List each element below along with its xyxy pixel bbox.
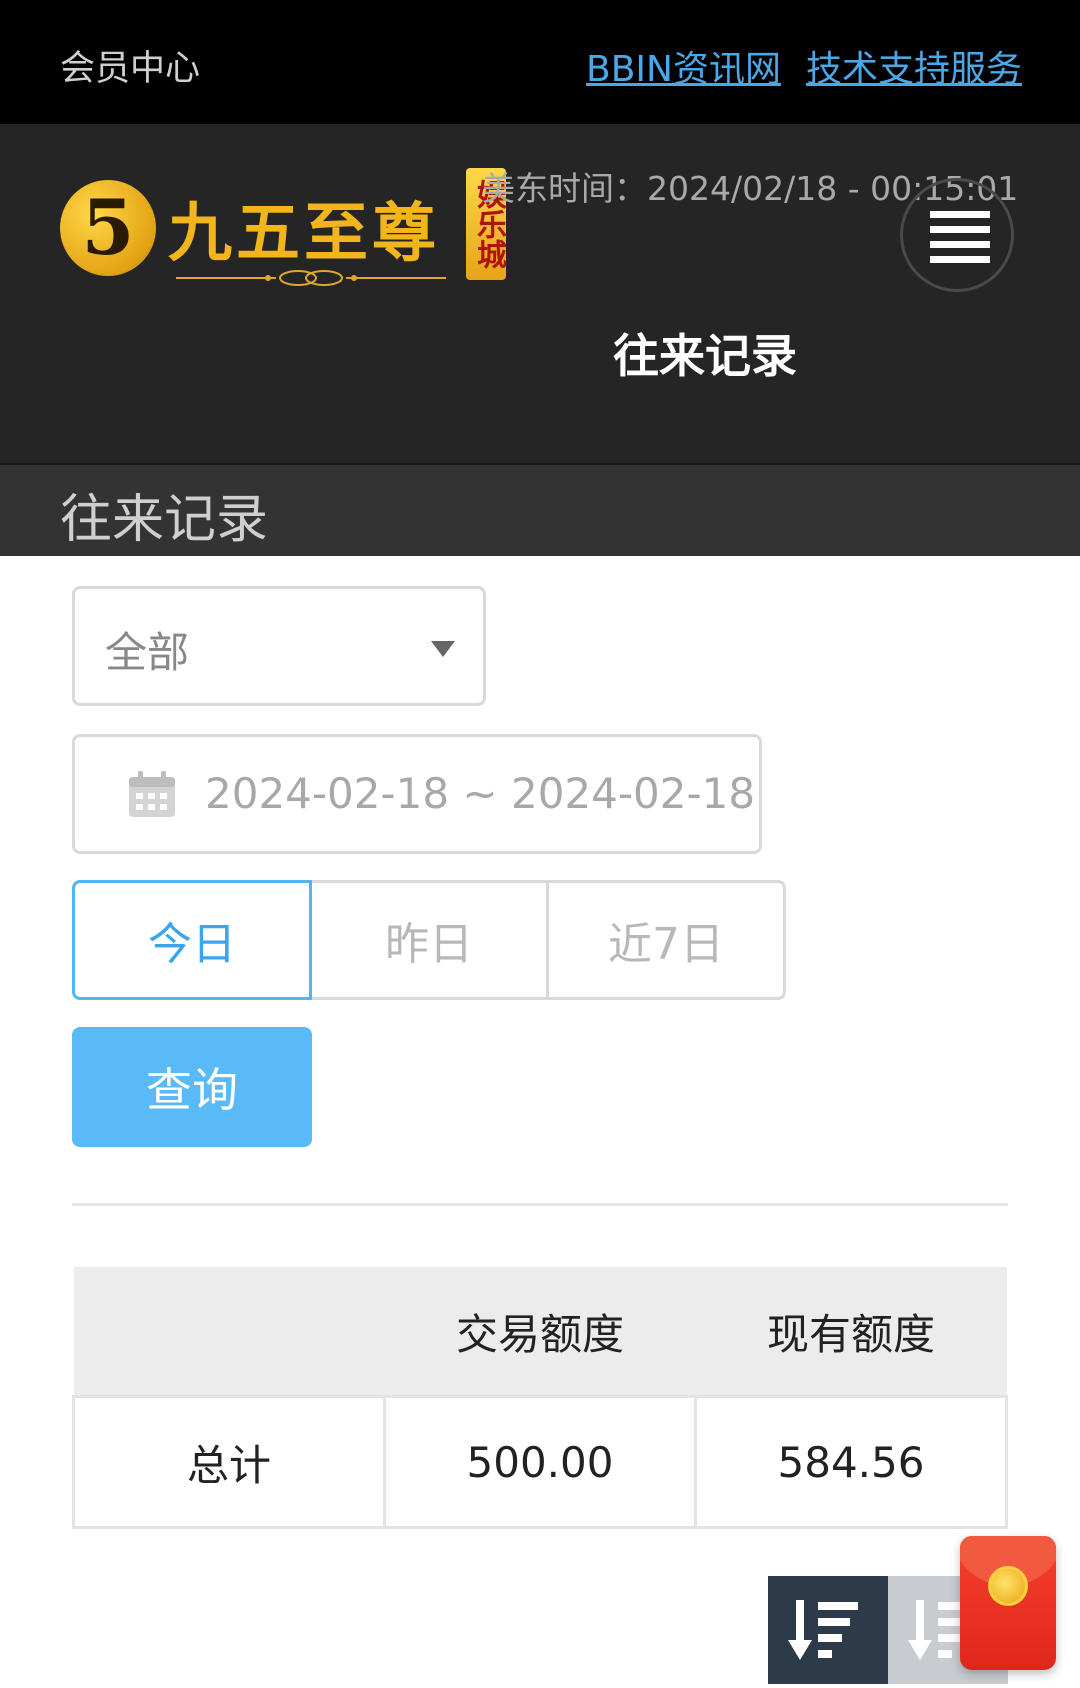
top-bar: 会员中心 BBIN资讯网 技术支持服务 (0, 0, 1080, 124)
column-header-transaction-amount: 交易额度 (384, 1267, 696, 1397)
hamburger-icon-bar (930, 256, 990, 263)
logo-name: 九五至尊 (168, 196, 440, 271)
last-7-days-button[interactable]: 近7日 (546, 880, 786, 1000)
type-select-value: 全部 (105, 628, 190, 677)
tech-support-link[interactable]: 技术支持服务 (806, 40, 1022, 92)
column-header-blank (73, 1267, 385, 1397)
quick-range-group: 今日 昨日 近7日 (72, 880, 786, 1000)
table-row: 总计 500.00 584.56 (72, 1395, 1008, 1529)
logo-emblem: 5 (60, 180, 156, 276)
type-select[interactable]: 全部 (72, 586, 486, 706)
member-center-link[interactable]: 会员中心 (60, 40, 200, 91)
section-header: 往来记录 (0, 463, 1080, 556)
calendar-icon (129, 771, 175, 817)
summary-table: 交易额度 现有额度 总计 500.00 584.56 (72, 1267, 1008, 1529)
yesterday-button[interactable]: 昨日 (309, 880, 549, 1000)
site-header: 5 九五至尊 娱乐城 美东时间：2024/02/18 - 00:15:01 往来… (0, 124, 1080, 463)
total-label-cell: 总计 (72, 1395, 386, 1529)
hamburger-icon (930, 211, 990, 218)
current-balance-cell: 584.56 (694, 1395, 1008, 1529)
column-header-current-balance: 现有额度 (695, 1267, 1007, 1397)
logo-ornament-icon (176, 270, 446, 286)
sort-descending-icon (788, 1600, 858, 1660)
sort-button[interactable] (768, 1576, 888, 1684)
date-range-input[interactable]: 2024-02-18 ~ 2024-02-18 (72, 734, 762, 854)
site-logo[interactable]: 5 九五至尊 娱乐城 (60, 168, 520, 298)
divider (72, 1203, 1008, 1206)
page-title: 往来记录 (613, 329, 797, 383)
transaction-amount-cell: 500.00 (383, 1395, 697, 1529)
section-title: 往来记录 (60, 490, 269, 550)
menu-button[interactable] (900, 178, 1014, 292)
date-range-value: 2024-02-18 ~ 2024-02-18 (205, 769, 756, 818)
bbin-news-link[interactable]: BBIN资讯网 (586, 40, 781, 92)
query-button[interactable]: 查询 (72, 1027, 312, 1147)
red-envelope-button[interactable] (960, 1536, 1056, 1670)
today-button[interactable]: 今日 (72, 880, 312, 1000)
table-header-row: 交易额度 现有额度 (73, 1267, 1007, 1397)
hamburger-icon-bar (930, 241, 990, 248)
hamburger-icon-bar (930, 226, 990, 233)
gold-coin-icon (988, 1566, 1028, 1606)
triangle-down-icon (431, 641, 455, 657)
